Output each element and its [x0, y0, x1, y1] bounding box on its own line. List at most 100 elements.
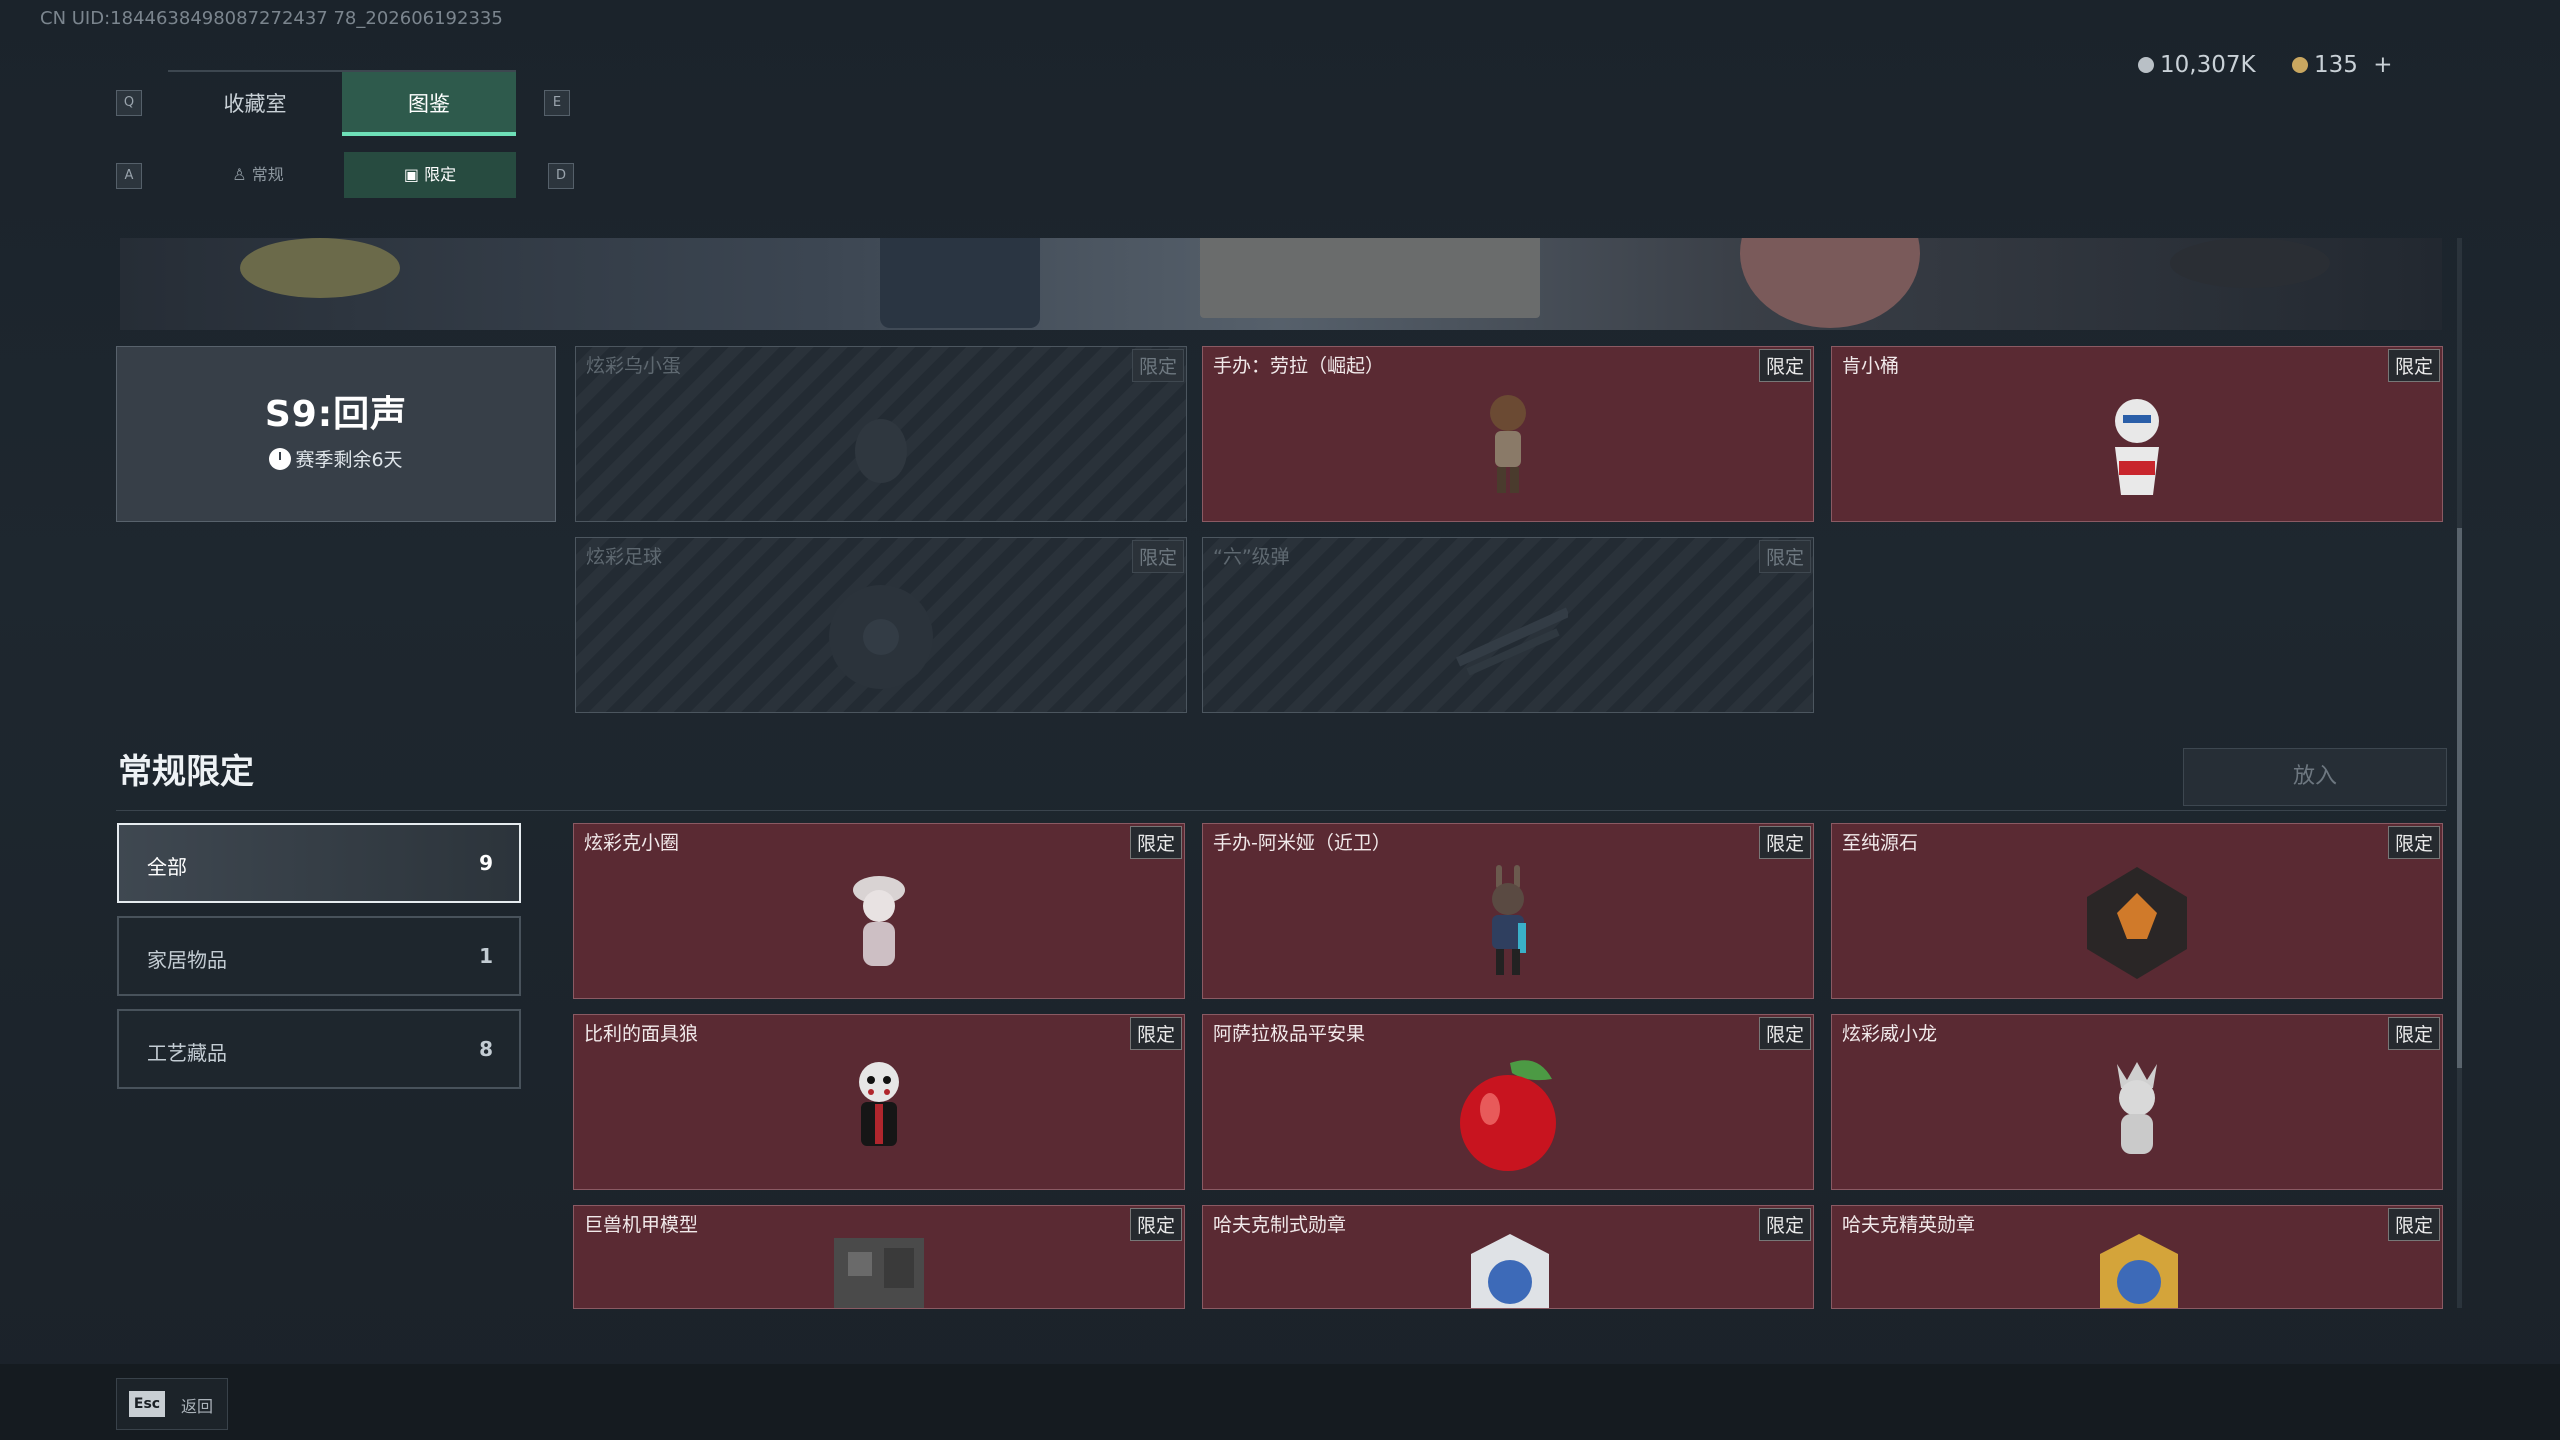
- season-remaining: 赛季剩余6天: [117, 445, 555, 472]
- key-hint-a: A: [116, 163, 142, 189]
- item-card[interactable]: 巨兽机甲模型 限定: [573, 1205, 1185, 1309]
- item-name: 肯小桶: [1842, 355, 1900, 377]
- lara-figure-icon: [1448, 386, 1568, 506]
- category-count: 9: [479, 851, 493, 875]
- item-card[interactable]: 至纯源石 限定: [1831, 823, 2443, 999]
- uid-text: CN UID:1844638498087272437 78_2026061923…: [40, 8, 503, 29]
- item-card[interactable]: 哈夫克制式勋章 限定: [1202, 1205, 1814, 1309]
- banner-boots: [880, 238, 1040, 328]
- item-name: 阿萨拉极品平安果: [1213, 1023, 1366, 1045]
- football-icon: [821, 577, 941, 697]
- limited-tag: 限定: [1758, 540, 1811, 573]
- back-button[interactable]: Esc 返回: [116, 1378, 228, 1430]
- item-name: 哈夫克精英勋章: [1842, 1214, 1976, 1236]
- silver-coin-icon: [2138, 57, 2154, 73]
- originium-icon: [2077, 863, 2197, 983]
- banner-cloth: [1200, 238, 1540, 318]
- put-in-button[interactable]: 放入: [2183, 748, 2447, 806]
- item-card[interactable]: 比利的面具狼 限定: [573, 1014, 1185, 1190]
- item-name: 炫彩乌小蛋: [586, 355, 682, 377]
- tab-collection-room[interactable]: 收藏室: [168, 72, 342, 136]
- clock-icon: [269, 448, 292, 470]
- limited-tag: 限定: [1758, 1017, 1811, 1050]
- limited-tag: 限定: [1758, 1208, 1811, 1241]
- subtab-regular-label: 常规: [251, 165, 284, 184]
- pawn-icon: ♙: [232, 165, 252, 184]
- subtab-limited-label: 限定: [424, 165, 457, 184]
- ammo-icon: [1448, 577, 1568, 697]
- banner-ball: [1740, 238, 1920, 328]
- sub-tabs: ♙ 常规 ▣ 限定: [172, 152, 516, 198]
- item-name: “六”级弹: [1213, 546, 1290, 568]
- season-item-card[interactable]: 肯小桶 限定: [1831, 346, 2443, 522]
- amiya-figure-icon: [1448, 863, 1568, 983]
- gold-currency[interactable]: 135 +: [2292, 52, 2393, 78]
- season-banner-image: [120, 238, 2442, 330]
- category-all[interactable]: 全部 9: [117, 823, 521, 903]
- tab-codex[interactable]: 图鉴: [342, 72, 516, 136]
- item-name: 手办-阿米娅（近卫）: [1213, 832, 1391, 854]
- limited-tag: 限定: [1129, 1208, 1182, 1241]
- silver-amount: 10,307K: [2160, 52, 2256, 78]
- mech-model-icon: [814, 1228, 944, 1308]
- item-name: 巨兽机甲模型: [584, 1214, 699, 1236]
- item-name: 至纯源石: [1842, 832, 1919, 854]
- silver-currency: 10,307K: [2138, 52, 2256, 78]
- limited-tag: 限定: [1129, 1017, 1182, 1050]
- category-label: 家居物品: [147, 948, 227, 972]
- apple-icon: [1448, 1054, 1568, 1174]
- season-item-card[interactable]: “六”级弹 限定: [1202, 537, 1814, 713]
- bottom-bar: [0, 1364, 2560, 1440]
- key-hint-e: E: [544, 90, 570, 116]
- season-item-card[interactable]: 炫彩乌小蛋 限定: [575, 346, 1187, 522]
- category-craft[interactable]: 工艺藏品 8: [117, 1009, 521, 1089]
- limited-tag: 限定: [1129, 826, 1182, 859]
- limited-tag: 限定: [1758, 826, 1811, 859]
- section-title: 常规限定: [118, 752, 254, 792]
- limited-tag: 限定: [2387, 826, 2440, 859]
- item-name: 炫彩足球: [586, 546, 663, 568]
- season-item-card[interactable]: 炫彩足球 限定: [575, 537, 1187, 713]
- item-card[interactable]: 炫彩威小龙 限定: [1831, 1014, 2443, 1190]
- limited-tag: 限定: [2387, 1017, 2440, 1050]
- egg-figure-icon: [821, 386, 941, 506]
- section-divider: [116, 810, 2446, 811]
- limited-tag: 限定: [2387, 349, 2440, 382]
- category-count: 8: [479, 1037, 493, 1061]
- scrollbar[interactable]: [2457, 238, 2462, 1308]
- item-card[interactable]: 炫彩克小圈 限定: [573, 823, 1185, 999]
- add-currency-button[interactable]: +: [2373, 52, 2392, 78]
- season-item-card[interactable]: 手办：劳拉（崛起） 限定: [1202, 346, 1814, 522]
- dragon-figure-icon: [2077, 1054, 2197, 1174]
- item-name: 炫彩威小龙: [1842, 1023, 1938, 1045]
- limited-tag: 限定: [1758, 349, 1811, 382]
- season-panel: S9:回声 赛季剩余6天: [116, 346, 556, 522]
- limited-tag: 限定: [1131, 540, 1184, 573]
- season-title: S9:回声: [264, 394, 408, 435]
- billy-puppet-icon: [819, 1054, 939, 1174]
- category-label: 全部: [147, 855, 187, 879]
- item-name: 手办：劳拉（崛起）: [1213, 355, 1385, 377]
- subtab-regular[interactable]: ♙ 常规: [172, 152, 344, 198]
- esc-key: Esc: [129, 1391, 165, 1417]
- banner-prop: [240, 238, 400, 298]
- item-card[interactable]: 阿萨拉极品平安果 限定: [1202, 1014, 1814, 1190]
- limited-tag: 限定: [2387, 1208, 2440, 1241]
- item-name: 比利的面具狼: [584, 1023, 699, 1045]
- category-label: 工艺藏品: [147, 1041, 227, 1065]
- main-tabs: 收藏室 图鉴: [168, 70, 516, 136]
- category-home[interactable]: 家居物品 1: [117, 916, 521, 996]
- season-remaining-text: 赛季剩余6天: [295, 449, 403, 471]
- category-count: 1: [479, 944, 493, 968]
- item-card[interactable]: 哈夫克精英勋章 限定: [1831, 1205, 2443, 1309]
- medal-standard-icon: [1465, 1232, 1555, 1308]
- item-name: 炫彩克小圈: [584, 832, 680, 854]
- limited-tag: 限定: [1131, 349, 1184, 382]
- key-hint-d: D: [548, 163, 574, 189]
- subtab-limited[interactable]: ▣ 限定: [344, 152, 516, 198]
- picture-icon: ▣: [403, 165, 425, 184]
- kfc-bucket-figure-icon: [2077, 386, 2197, 506]
- item-card[interactable]: 手办-阿米娅（近卫） 限定: [1202, 823, 1814, 999]
- back-label: 返回: [181, 1397, 214, 1416]
- scrollbar-thumb[interactable]: [2457, 528, 2462, 1068]
